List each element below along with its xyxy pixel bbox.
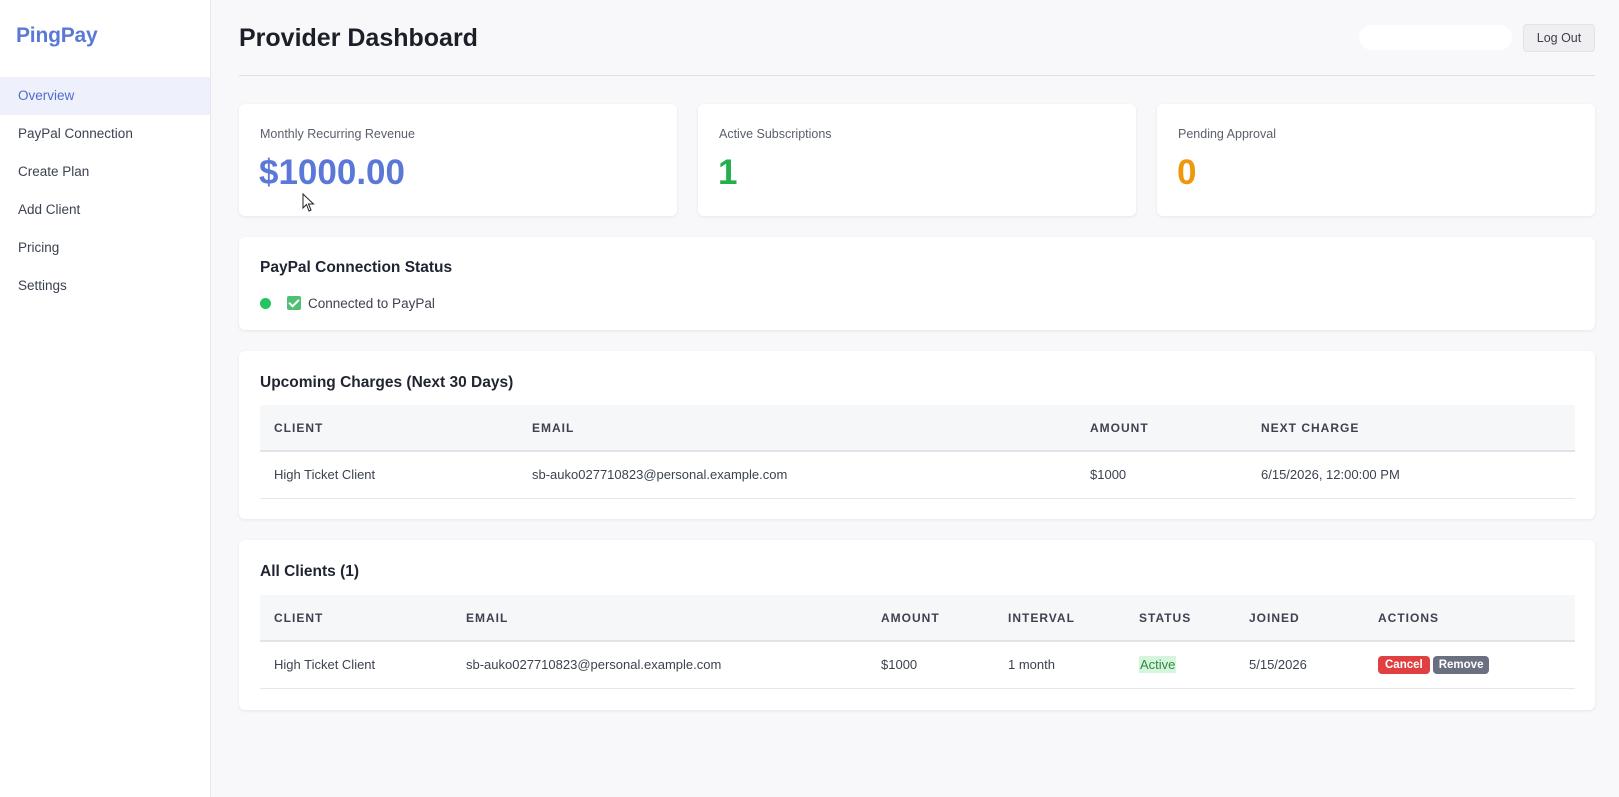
column-header: AMOUNT (867, 595, 994, 642)
all-clients-table: CLIENT EMAIL AMOUNT INTERVAL STATUS JOIN… (260, 595, 1575, 689)
table-row: High Ticket Client sb-auko027710823@pers… (260, 451, 1575, 499)
stat-value-pending-approval: 0 (1177, 153, 1197, 192)
column-header: INTERVAL (994, 595, 1125, 642)
cell-email: sb-auko027710823@personal.example.com (452, 641, 867, 689)
cell-email: sb-auko027710823@personal.example.com (518, 451, 1076, 499)
cell-client: High Ticket Client (260, 451, 518, 499)
column-header: CLIENT (260, 405, 518, 452)
table-row: High Ticket Client sb-auko027710823@pers… (260, 641, 1575, 689)
logout-button[interactable]: Log Out (1523, 24, 1595, 52)
sidebar-item-paypal-connection[interactable]: PayPal Connection (0, 115, 210, 153)
column-header: EMAIL (518, 405, 1076, 452)
stat-label: Monthly Recurring Revenue (260, 127, 415, 141)
upcoming-charges-table: CLIENT EMAIL AMOUNT NEXT CHARGE High Tic… (260, 405, 1575, 499)
column-header: EMAIL (452, 595, 867, 642)
page-title: Provider Dashboard (239, 24, 478, 52)
column-header: AMOUNT (1076, 405, 1247, 452)
section-title: Upcoming Charges (Next 30 Days) (260, 374, 514, 391)
cell-amount: $1000 (1076, 451, 1247, 499)
connection-status-text: Connected to PayPal (308, 295, 435, 311)
status-dot-icon (260, 297, 271, 309)
all-clients-card: All Clients (1) CLIENT EMAIL AMOUNT INTE… (239, 540, 1595, 710)
section-title: All Clients (1) (260, 563, 360, 580)
mouse-cursor-icon (302, 193, 315, 212)
sidebar-item-pricing[interactable]: Pricing (0, 229, 210, 267)
brand-logo[interactable]: PingPay (16, 24, 98, 48)
status-badge: Active (1139, 656, 1177, 674)
column-header: CLIENT (260, 595, 452, 642)
stat-label: Active Subscriptions (719, 127, 832, 141)
sidebar-item-overview[interactable]: Overview (0, 77, 210, 115)
cell-joined: 5/15/2026 (1235, 641, 1364, 689)
paypal-status-card: PayPal Connection Status Connected to Pa… (239, 237, 1595, 330)
table-header-row: CLIENT EMAIL AMOUNT INTERVAL STATUS JOIN… (260, 595, 1575, 642)
connection-status: Connected to PayPal (260, 294, 435, 312)
upcoming-charges-card: Upcoming Charges (Next 30 Days) CLIENT E… (239, 351, 1595, 519)
cell-actions: Cancel Remove (1364, 641, 1575, 689)
user-info (1359, 25, 1512, 50)
cell-interval: 1 month (994, 641, 1125, 689)
remove-client-button[interactable]: Remove (1432, 655, 1490, 674)
stat-label: Pending Approval (1178, 127, 1276, 141)
cell-client: High Ticket Client (260, 641, 452, 689)
sidebar-item-create-plan[interactable]: Create Plan (0, 153, 210, 191)
cell-status: Active (1125, 641, 1235, 689)
sidebar-nav: Overview PayPal Connection Create Plan A… (0, 77, 210, 305)
sidebar: PingPay Overview PayPal Connection Creat… (0, 0, 211, 797)
column-header: NEXT CHARGE (1247, 405, 1575, 452)
sidebar-item-settings[interactable]: Settings (0, 267, 210, 305)
sidebar-item-add-client[interactable]: Add Client (0, 191, 210, 229)
cancel-subscription-button[interactable]: Cancel (1378, 655, 1430, 674)
section-title: PayPal Connection Status (260, 259, 453, 276)
column-header: ACTIONS (1364, 595, 1575, 642)
table-header-row: CLIENT EMAIL AMOUNT NEXT CHARGE (260, 405, 1575, 452)
stat-card-pending-approval: Pending Approval 0 (1157, 104, 1595, 216)
header-divider (239, 75, 1595, 76)
stat-value-active-subscriptions: 1 (718, 153, 738, 192)
column-header: STATUS (1125, 595, 1235, 642)
cell-next-charge: 6/15/2026, 12:00:00 PM (1247, 451, 1575, 499)
column-header: JOINED (1235, 595, 1364, 642)
stat-card-active-subscriptions: Active Subscriptions 1 (698, 104, 1136, 216)
cell-amount: $1000 (867, 641, 994, 689)
stat-value-mrr: $1000.00 (259, 153, 405, 192)
checkmark-icon (287, 296, 301, 310)
